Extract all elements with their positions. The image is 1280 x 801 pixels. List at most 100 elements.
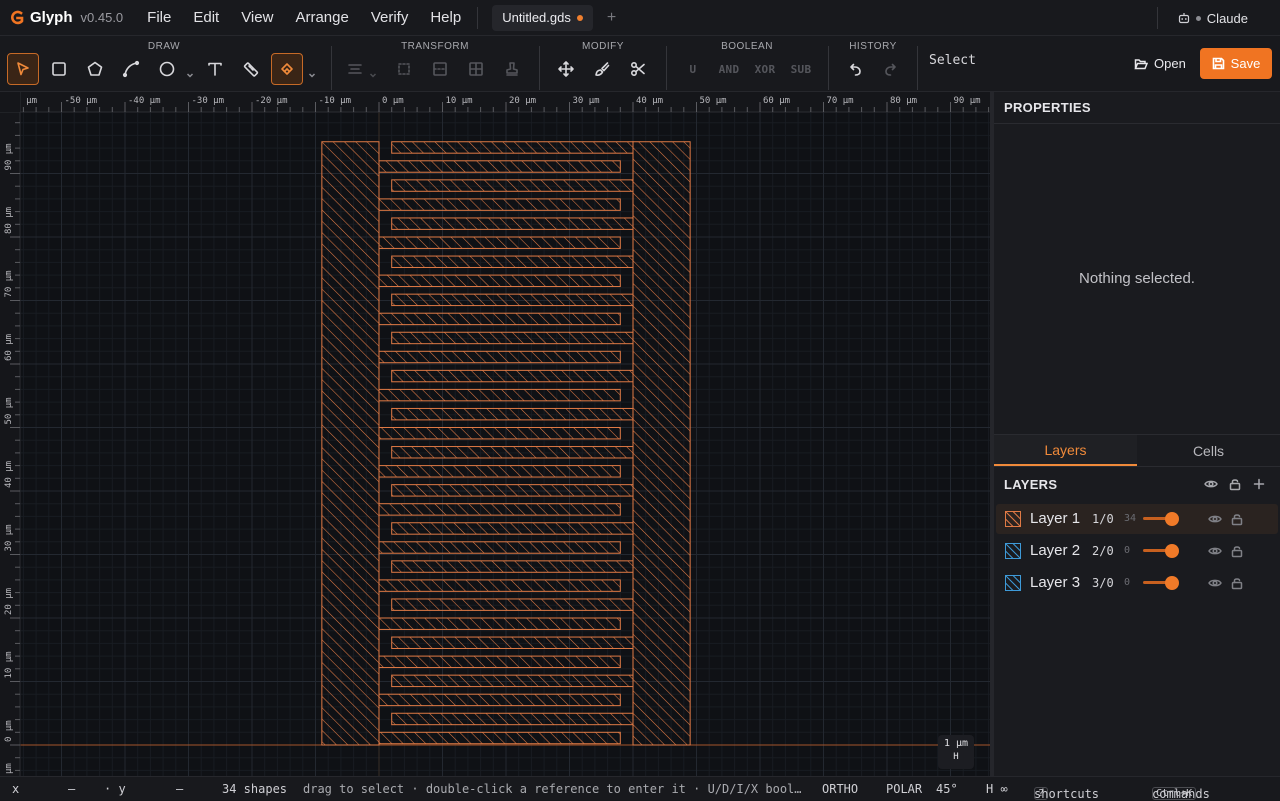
eye-icon [1204, 480, 1218, 488]
align-button[interactable] [339, 53, 371, 85]
user-area[interactable]: Claude [1156, 0, 1280, 36]
file-tab[interactable]: Untitled.gds [492, 4, 593, 31]
ruler-tick-label: -10 µm [319, 96, 352, 106]
snap-tool-button[interactable] [271, 53, 303, 85]
menu-view[interactable]: View [241, 9, 273, 26]
boolean-sub-button[interactable]: SUB [785, 53, 817, 85]
layer-visibility-toggle[interactable] [1208, 512, 1222, 526]
open-button[interactable]: Open [1126, 48, 1194, 79]
text-tool-button[interactable] [199, 53, 231, 85]
ruler-tool-button[interactable] [235, 53, 267, 85]
toolbar-separator [917, 46, 918, 90]
layer-swatch[interactable] [1005, 511, 1021, 527]
snap-options-caret[interactable] [308, 66, 316, 78]
layer-lock-toggle[interactable] [1230, 512, 1244, 526]
layer-swatch[interactable] [1005, 575, 1021, 591]
unlock-all-layers-button[interactable] [1228, 477, 1242, 491]
align-options-caret[interactable] [369, 66, 377, 78]
ruler-tick-label: 40 µm [4, 461, 14, 488]
layer-visibility-toggle[interactable] [1208, 576, 1222, 590]
layout-shape [391, 331, 634, 345]
menu-help[interactable]: Help [430, 9, 461, 26]
right-panel: PROPERTIES Nothing selected. Layers Cell… [990, 92, 1280, 776]
polar-angle[interactable]: 45° [936, 782, 958, 796]
layer-row[interactable]: Layer 1 1/0 34 [996, 504, 1278, 534]
boolean-and-button[interactable]: AND [713, 53, 745, 85]
toolbar-separator [666, 46, 667, 90]
layer-opacity-slider[interactable] [1143, 512, 1183, 526]
new-tab-button[interactable]: + [607, 9, 616, 27]
layer-name: Layer 3 [1030, 574, 1081, 591]
layer-gds-id: 2/0 [1092, 544, 1114, 558]
boolean-xor-button[interactable]: XOR [749, 53, 781, 85]
commands-label: commands [1152, 787, 1210, 801]
stamp-button[interactable] [496, 53, 528, 85]
layout-shape [632, 141, 691, 746]
move-tool-button[interactable] [550, 53, 582, 85]
layout-shape [391, 674, 634, 688]
layout-shape [378, 655, 621, 669]
ortho-toggle[interactable]: ORTHO [822, 782, 858, 796]
group-label-draw: DRAW [147, 41, 181, 52]
slider-knob[interactable] [1165, 576, 1179, 590]
brush-tool-button[interactable] [586, 53, 618, 85]
polygon-tool-button[interactable] [79, 53, 111, 85]
menu-verify[interactable]: Verify [371, 9, 409, 26]
ruler-tick-label: 20 µm [4, 588, 14, 615]
canvas-drawing[interactable]: -50 µm -40 µm -30 µm -20 µm -10 µm 0 µm 10 µm 2… [0, 92, 990, 776]
status-y-value: — [176, 782, 184, 796]
layout-shape [391, 407, 634, 421]
path-tool-button[interactable] [115, 53, 147, 85]
save-button[interactable]: Save [1200, 48, 1272, 79]
undo-button[interactable] [839, 53, 871, 85]
circle-options-caret[interactable] [186, 66, 194, 78]
slider-knob[interactable] [1165, 544, 1179, 558]
bounding-box-icon [398, 63, 410, 75]
menu-arrange[interactable]: Arrange [295, 9, 348, 26]
layout-shape [378, 198, 621, 211]
polygon-icon [87, 61, 103, 76]
array-button[interactable] [460, 53, 492, 85]
layer-row[interactable]: Layer 2 2/0 0 [996, 536, 1278, 566]
circle-tool-button[interactable] [151, 53, 183, 85]
properties-empty-message: Nothing selected. [1079, 270, 1195, 287]
menu-file[interactable]: File [147, 9, 171, 26]
layer-visibility-toggle[interactable] [1208, 544, 1222, 558]
file-tab-title: Untitled.gds [502, 10, 571, 25]
add-layer-button[interactable] [1252, 477, 1266, 491]
status-x-label: x [12, 782, 20, 796]
eye-icon [1208, 547, 1222, 555]
scissors-icon [630, 61, 645, 77]
select-tool-button[interactable] [7, 53, 39, 85]
layer-opacity-slider[interactable] [1143, 544, 1183, 558]
layer-swatch[interactable] [1005, 543, 1021, 559]
menu-edit[interactable]: Edit [193, 9, 219, 26]
boolean-union-button[interactable]: U [677, 53, 709, 85]
redo-button[interactable] [875, 53, 907, 85]
ruler-tick-label: -20 µm [255, 96, 288, 106]
group-label-modify: MODIFY [582, 41, 624, 52]
layout-shape [321, 141, 380, 746]
robot-icon [1178, 13, 1189, 24]
layout-shape [378, 465, 621, 478]
layout-shape [391, 141, 634, 154]
cut-tool-button[interactable] [622, 53, 654, 85]
tab-layers[interactable]: Layers [994, 435, 1137, 466]
rectangle-tool-button[interactable] [43, 53, 75, 85]
layer-opacity-slider[interactable] [1143, 576, 1183, 590]
layer-row[interactable]: Layer 3 3/0 0 [996, 568, 1278, 598]
slider-knob[interactable] [1165, 512, 1179, 526]
layer-lock-toggle[interactable] [1230, 544, 1244, 558]
layer-lock-toggle[interactable] [1230, 576, 1244, 590]
align-icon [348, 64, 362, 74]
layout-shape [378, 579, 621, 592]
polar-toggle[interactable]: POLAR [886, 782, 922, 796]
layout-shape [378, 427, 621, 440]
distribute-button[interactable] [424, 53, 456, 85]
layout-shape [391, 636, 634, 649]
user-separator [1156, 7, 1158, 29]
layout-canvas[interactable]: -50 µm -40 µm -30 µm -20 µm -10 µm 0 µm 10 µm 2… [0, 92, 990, 776]
show-all-layers-button[interactable] [1204, 477, 1218, 491]
bounding-box-button[interactable] [388, 53, 420, 85]
tab-cells[interactable]: Cells [1137, 435, 1280, 466]
